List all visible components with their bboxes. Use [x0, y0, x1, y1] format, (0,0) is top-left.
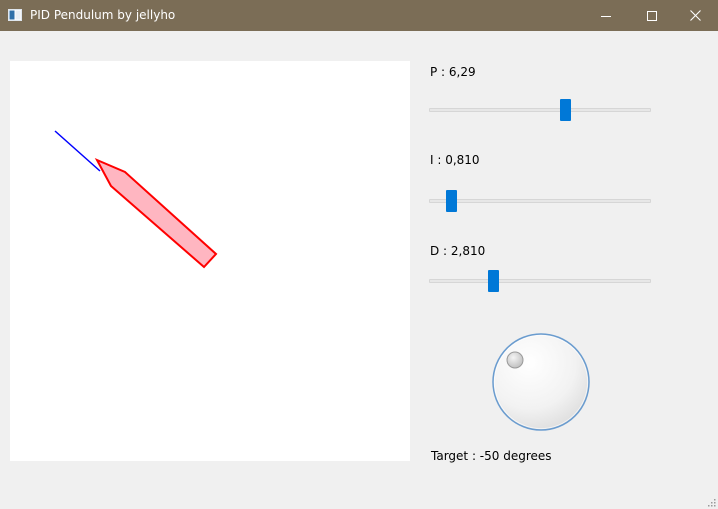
target-dial[interactable]: [490, 331, 592, 433]
i-gain-label: I : 0,810: [430, 153, 480, 167]
slider-thumb[interactable]: [488, 270, 499, 292]
target-label: Target : -50 degrees: [431, 449, 552, 463]
title-bar: PID Pendulum by jellyho: [0, 0, 718, 31]
pendulum-rod: [54, 130, 101, 172]
slider-thumb[interactable]: [560, 99, 571, 121]
d-gain-label: D : 2,810: [430, 244, 486, 258]
close-button[interactable]: [672, 0, 718, 31]
pendulum-body: [94, 157, 218, 269]
p-gain-slider[interactable]: [429, 98, 651, 122]
maximize-icon: [647, 10, 657, 21]
minimize-button[interactable]: [583, 0, 629, 31]
app-icon: [8, 9, 22, 21]
i-gain-slider[interactable]: [429, 189, 651, 213]
slider-track: [429, 108, 651, 112]
maximize-button[interactable]: [629, 0, 675, 31]
close-icon: [689, 10, 701, 21]
p-gain-label: P : 6,29: [430, 65, 476, 79]
resize-grip-icon[interactable]: [706, 497, 716, 507]
dial-notch: [506, 351, 524, 369]
slider-track: [429, 199, 651, 203]
window-title: PID Pendulum by jellyho: [30, 8, 176, 22]
slider-thumb[interactable]: [446, 190, 457, 212]
d-gain-slider[interactable]: [429, 269, 651, 293]
minimize-icon: [601, 15, 611, 17]
pendulum-canvas: [10, 61, 410, 461]
slider-track: [429, 279, 651, 283]
